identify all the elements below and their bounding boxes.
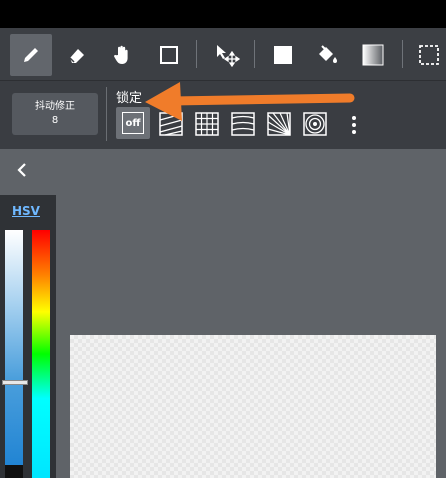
main-toolbar xyxy=(0,28,446,80)
color-swatch[interactable] xyxy=(5,465,23,478)
toolbar-divider xyxy=(196,40,197,68)
drawing-canvas[interactable] xyxy=(70,335,436,478)
tool-options-bar: 抖动修正 8 锁定 off xyxy=(0,80,446,149)
lock-title: 锁定 xyxy=(116,91,143,106)
grid-icon xyxy=(195,112,219,136)
hsv-tab[interactable]: HSV xyxy=(12,204,40,218)
radial-icon xyxy=(267,112,291,136)
gradient-icon xyxy=(362,44,384,66)
color-panel: HSV xyxy=(0,195,56,478)
selection-icon xyxy=(419,45,439,65)
status-bar xyxy=(0,0,446,28)
more-vertical-icon xyxy=(352,116,356,134)
toolbar-divider xyxy=(254,40,255,68)
ruler-perspective-button[interactable] xyxy=(228,109,258,139)
hue-slider[interactable] xyxy=(32,230,50,478)
ruler-concentric-button[interactable] xyxy=(300,109,330,139)
stabilizer-value: 8 xyxy=(51,115,59,126)
stabilizer-label: 抖动修正 xyxy=(35,101,75,112)
ruler-radial-button[interactable] xyxy=(264,109,294,139)
pen-tool-button[interactable] xyxy=(10,34,52,76)
eraser-icon xyxy=(69,49,84,63)
eraser-tool-button[interactable] xyxy=(56,34,98,76)
bucket-icon xyxy=(319,45,337,63)
hand-icon xyxy=(114,45,128,64)
concentric-icon xyxy=(303,112,327,136)
hand-tool-button[interactable] xyxy=(102,34,144,76)
ruler-grid-button[interactable] xyxy=(192,109,222,139)
move-tool-button[interactable] xyxy=(206,34,248,76)
ruler-off-button[interactable]: off xyxy=(116,107,150,139)
chevron-left-icon xyxy=(17,163,26,177)
filled-square-icon xyxy=(274,46,292,64)
shape-tool-button[interactable] xyxy=(148,34,190,76)
value-slider-knob[interactable] xyxy=(2,380,28,385)
move-icon xyxy=(217,45,240,68)
off-label: off xyxy=(125,117,141,129)
toolbar-divider xyxy=(402,40,403,68)
selection-tool-button[interactable] xyxy=(408,34,446,76)
square-icon xyxy=(160,46,178,64)
parallel-lines-icon xyxy=(159,112,183,136)
stabilizer-button[interactable]: 抖动修正 8 xyxy=(12,93,98,135)
bucket-tool-button[interactable] xyxy=(306,34,348,76)
fill-rect-tool-button[interactable] xyxy=(262,34,304,76)
ruler-parallel-button[interactable] xyxy=(156,109,186,139)
more-options-button[interactable] xyxy=(348,111,360,139)
value-slider[interactable] xyxy=(5,230,23,470)
options-divider xyxy=(106,87,107,141)
collapse-panel-button[interactable] xyxy=(10,158,34,182)
perspective-icon xyxy=(231,112,255,136)
pen-icon xyxy=(24,48,38,62)
gradient-tool-button[interactable] xyxy=(352,34,394,76)
off-icon: off xyxy=(122,112,144,134)
